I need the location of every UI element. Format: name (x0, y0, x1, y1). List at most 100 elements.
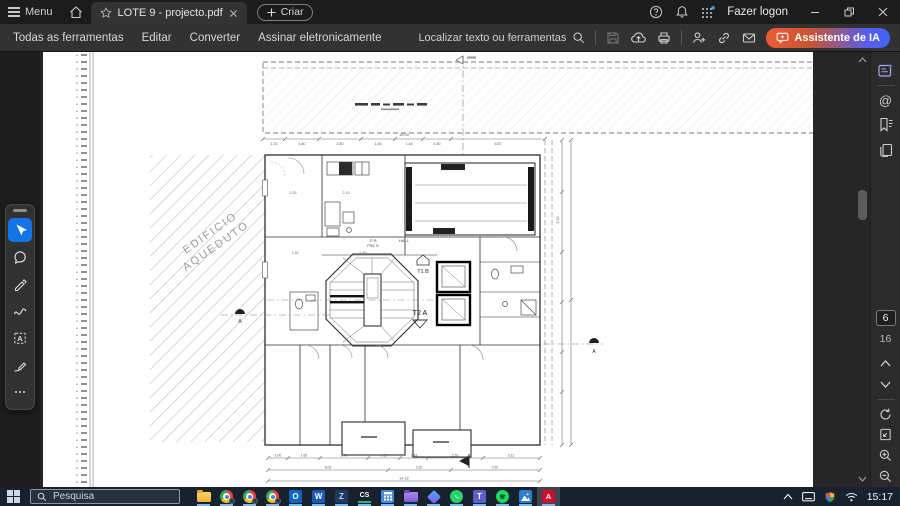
notifications-button[interactable] (669, 0, 695, 24)
tool-select[interactable] (8, 217, 32, 242)
tool-fill-sign[interactable] (8, 353, 32, 377)
tool-add-comment[interactable] (8, 245, 32, 269)
chrome-icon (266, 490, 281, 504)
tool-add-text[interactable]: A (8, 326, 32, 350)
taskbar-app-loop[interactable] (422, 487, 445, 506)
taskbar-app-whatsapp[interactable] (445, 487, 468, 506)
svg-text:3.12: 3.12 (508, 454, 515, 458)
clock[interactable]: 15:17 (867, 491, 893, 503)
svg-text:1.60: 1.60 (301, 454, 308, 458)
terrace-area: 1.01 1.80 2.80 1.80 1.48 1.80 6.87 15.00 (260, 61, 813, 146)
scrollbar-thumb[interactable] (858, 190, 867, 220)
comments-panel-button[interactable]: @ (873, 90, 899, 111)
scroll-down-arrow[interactable] (855, 473, 870, 485)
taskbar-search-input[interactable] (53, 491, 163, 502)
help-button[interactable] (643, 0, 669, 24)
close-button[interactable] (866, 0, 900, 24)
document-tab[interactable]: LOTE 9 - projecto.pdf (90, 2, 247, 24)
taskbar-app-calculator[interactable] (376, 487, 399, 506)
panel-divider (876, 84, 895, 86)
zoom-out-icon (879, 470, 892, 483)
taskbar-app-chrome-1[interactable] (215, 487, 238, 506)
menu-convert[interactable]: Converter (181, 32, 250, 44)
taskbar-app-teams[interactable]: T (468, 487, 491, 506)
unit-label-t1b: T1 B (417, 269, 429, 275)
signature-pen-icon (14, 361, 27, 372)
menu-edit[interactable]: Editar (133, 32, 181, 44)
taskbar-app-chrome-2[interactable] (238, 487, 261, 506)
hamburger-icon (8, 7, 20, 17)
menu-button[interactable]: Menu (0, 0, 61, 24)
apps-grid-button[interactable] (695, 0, 721, 24)
zoom-out-button[interactable] (873, 466, 899, 487)
wifi-icon[interactable] (845, 492, 858, 502)
right-dimension-lines: 5.15 (544, 137, 574, 448)
zoom-in-button[interactable] (873, 445, 899, 466)
photos-icon (519, 490, 532, 503)
security-shield-icon[interactable] (824, 491, 836, 503)
menu-esign[interactable]: Assinar eletronicamente (249, 32, 390, 44)
palette-drag-handle[interactable] (13, 209, 27, 212)
document-canvas[interactable]: 1.01 1.80 2.80 1.80 1.48 1.80 6.87 15.00 (40, 52, 855, 487)
tab-close-icon[interactable] (229, 9, 238, 18)
svg-text:A: A (592, 349, 596, 355)
floor-plan-drawing: 1.01 1.80 2.80 1.80 1.48 1.80 6.87 15.00 (76, 52, 813, 487)
terrace-dimension-line (260, 136, 548, 142)
scroll-up-arrow[interactable] (855, 54, 870, 66)
close-icon (878, 7, 888, 17)
thumbnails-panel-button[interactable] (873, 139, 899, 160)
taskbar-app-acrobat[interactable]: A (537, 487, 560, 506)
start-button[interactable] (0, 487, 26, 506)
share-upload-icon[interactable] (630, 30, 647, 46)
next-page-button[interactable] (873, 374, 899, 395)
bookmarks-panel-button[interactable] (873, 115, 899, 136)
svg-text:2.70: 2.70 (452, 454, 459, 458)
minimize-button[interactable] (798, 0, 832, 24)
add-user-icon[interactable] (691, 30, 707, 46)
tool-more[interactable] (8, 380, 32, 404)
tool-highlight[interactable] (8, 272, 32, 296)
taskbar-app-folder-purple[interactable] (399, 487, 422, 506)
home-button[interactable] (61, 0, 91, 24)
svg-text:1.01: 1.01 (271, 142, 278, 146)
taskbar-app-word[interactable]: W (307, 487, 330, 506)
fit-page-icon (880, 429, 891, 441)
tray-chevron-up-icon[interactable] (783, 493, 793, 500)
taskbar-search[interactable] (30, 489, 180, 504)
total-pages-label: 16 (879, 333, 892, 346)
pdf-page: 1.01 1.80 2.80 1.80 1.48 1.80 6.87 15.00 (43, 52, 813, 487)
taskbar-app-cs[interactable]: CS (353, 487, 376, 506)
taskbar-app-file-explorer[interactable] (192, 487, 215, 506)
refresh-icon (880, 408, 891, 420)
ai-assistant-label: Assistente de IA (794, 31, 880, 44)
fit-page-button[interactable] (873, 425, 899, 446)
svg-text:1.80: 1.80 (375, 142, 382, 146)
loop-diamond-icon (426, 489, 441, 504)
mail-icon[interactable] (741, 30, 757, 46)
print-icon[interactable] (656, 30, 672, 46)
ai-panel-button[interactable] (873, 60, 899, 81)
touch-keyboard-icon[interactable] (801, 491, 815, 502)
taskbar-app-spotify[interactable] (491, 487, 514, 506)
taskbar-app-chrome-3[interactable] (261, 487, 284, 506)
ai-assistant-button[interactable]: Assistente de IA (766, 27, 890, 48)
bottom-dimension-labels: 1.00 1.60 2.43 1.60 1.43 2.70 3.12 6.00 … (275, 454, 515, 481)
link-icon[interactable] (716, 30, 732, 46)
create-button[interactable]: Criar (256, 3, 314, 21)
taskbar-app-photos[interactable] (514, 487, 537, 506)
previous-page-button[interactable] (873, 353, 899, 374)
current-page-input[interactable]: 6 (875, 310, 896, 327)
taskbar-app-remote[interactable]: Z (330, 487, 353, 506)
menu-all-tools[interactable]: Todas as ferramentas (4, 32, 133, 44)
tool-draw[interactable] (8, 299, 32, 323)
plus-icon (267, 7, 276, 17)
vertical-scrollbar[interactable] (855, 52, 870, 487)
find-button[interactable]: Localizar texto ou ferramentas (418, 31, 586, 45)
teams-icon: T (473, 490, 486, 503)
apps-grid-icon (702, 5, 716, 18)
taskbar-app-outlook[interactable]: O (284, 487, 307, 506)
sign-in-button[interactable]: Fazer logon (727, 6, 788, 18)
restore-button[interactable] (832, 0, 866, 24)
refresh-button[interactable] (873, 404, 899, 425)
taskbar-apps: O W Z CS T A (192, 487, 560, 506)
